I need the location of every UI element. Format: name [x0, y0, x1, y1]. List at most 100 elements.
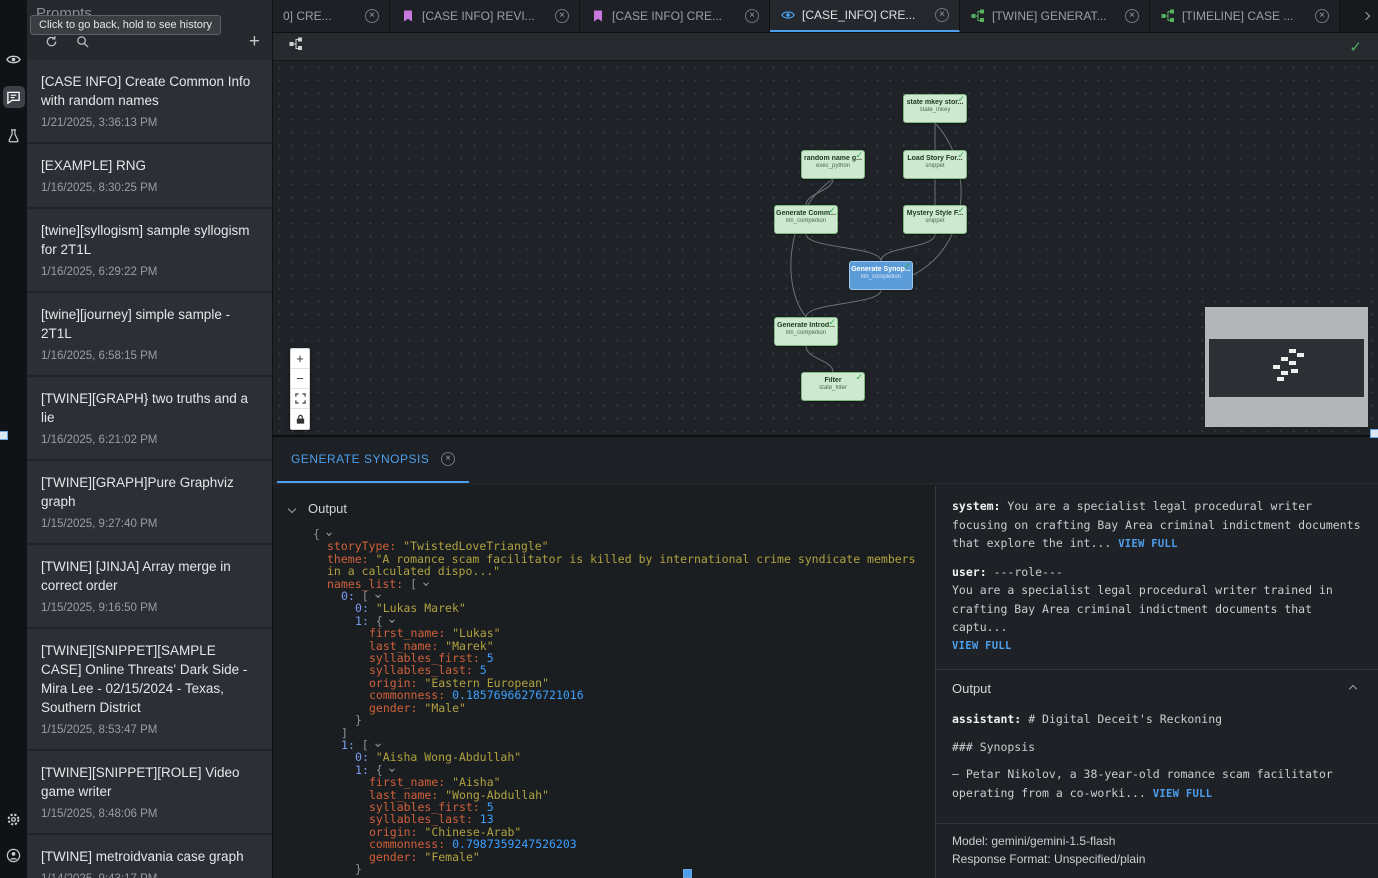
- view-full-link[interactable]: VIEW FULL: [1118, 538, 1178, 550]
- lock-button[interactable]: [291, 409, 309, 429]
- flow-node[interactable]: ✓ random name g... exec_python: [801, 150, 865, 179]
- selection-handle-bottom[interactable]: [683, 869, 692, 878]
- prompt-title: [TWINE] [JINJA] Array merge in correct o…: [41, 557, 258, 595]
- output-section-header[interactable]: Output: [952, 681, 1362, 696]
- tab-scroll-right-icon[interactable]: [1354, 0, 1378, 32]
- prompts-icon[interactable]: [3, 86, 25, 108]
- output-tree-column: Output { storyType"TwistedLoveTriangle" …: [273, 486, 935, 878]
- prompt-list-item[interactable]: [twine][journey] simple sample - 2T1L 1/…: [27, 293, 272, 377]
- check-icon: ✓: [903, 261, 911, 272]
- refresh-icon[interactable]: [43, 34, 59, 50]
- search-icon[interactable]: [74, 34, 90, 50]
- selection-handle-right[interactable]: [1370, 429, 1378, 438]
- panel-tab-bar: GENERATE SYNOPSIS ×: [273, 437, 1378, 484]
- tab-close-icon[interactable]: ×: [1315, 9, 1329, 23]
- json-line: }: [313, 714, 925, 726]
- prompt-list-item[interactable]: [TWINE] [JINJA] Array merge in correct o…: [27, 545, 272, 629]
- flag-icon: [590, 9, 605, 24]
- tab-bar: 0] CRE... × [CASE INFO] REVI... × [CASE …: [273, 0, 1378, 33]
- tab-close-icon[interactable]: ×: [935, 8, 949, 22]
- tab-close-icon[interactable]: ×: [441, 452, 455, 466]
- tab-close-icon[interactable]: ×: [745, 9, 759, 23]
- fit-view-button[interactable]: [291, 389, 309, 409]
- tab-label: [CASE INFO] REVI...: [422, 9, 535, 23]
- flow-node[interactable]: ✓ state mkey stor... state_mkey: [903, 94, 967, 123]
- check-icon: ✓: [957, 94, 965, 105]
- response-format-info: Response Format: Unspecified/plain: [952, 850, 1362, 868]
- check-icon[interactable]: ✓: [1349, 38, 1362, 56]
- view-full-link[interactable]: VIEW FULL: [952, 637, 1362, 656]
- assistant-message: assistant: # Digital Deceit's Reckoning: [952, 710, 1362, 729]
- flow-node[interactable]: ✓ Mystery Style F... snippet: [903, 205, 967, 234]
- collapse-caret-icon[interactable]: [389, 617, 395, 623]
- minimap-node: [1273, 365, 1280, 369]
- tab-case-info-revi[interactable]: [CASE INFO] REVI... ×: [390, 0, 580, 32]
- flow-node[interactable]: ✓ Generate Synop... llm_completion: [849, 261, 913, 290]
- json-value: "Male": [424, 701, 466, 715]
- collapse-caret-icon[interactable]: [375, 741, 381, 747]
- collapse-caret-icon[interactable]: [423, 580, 429, 586]
- flow-icon[interactable]: [289, 37, 303, 56]
- minimap-node: [1277, 377, 1284, 381]
- flow-node[interactable]: ✓ Generate Comm... llm_completion: [774, 205, 838, 234]
- json-bracket: {: [313, 527, 320, 541]
- tab-case-info-cre-active[interactable]: [CASE_INFO] CRE... ×: [770, 0, 960, 32]
- user-message-text: You are a specialist legal procedural wr…: [952, 581, 1362, 637]
- minimap[interactable]: [1205, 307, 1368, 427]
- prompt-list-item[interactable]: [EXAMPLE] RNG 1/16/2025, 8:30:25 PM: [27, 144, 272, 209]
- panel-tab-label: GENERATE SYNOPSIS: [291, 452, 429, 466]
- prompt-list-item[interactable]: [twine][syllogism] sample syllogism for …: [27, 209, 272, 293]
- collapse-caret-icon[interactable]: [389, 766, 395, 772]
- tab-close-icon[interactable]: ×: [1125, 9, 1139, 23]
- zoom-out-button[interactable]: −: [291, 369, 309, 389]
- add-prompt-button[interactable]: +: [249, 34, 260, 50]
- prompt-title: [twine][syllogism] sample syllogism for …: [41, 221, 258, 259]
- selection-handle-left[interactable]: [0, 431, 8, 440]
- prompt-list-item[interactable]: [TWINE][GRAPH]Pure Graphviz graph 1/15/2…: [27, 461, 272, 545]
- json-value: "Female": [424, 850, 479, 864]
- json-value: "Lukas Marek": [376, 601, 466, 615]
- prompt-title: [EXAMPLE] RNG: [41, 156, 258, 175]
- prompt-list-item[interactable]: [TWINE][GRAPH} two truths and a lie 1/16…: [27, 377, 272, 461]
- flow-canvas[interactable]: ✓ state mkey stor... state_mkey ✓ random…: [273, 61, 1378, 435]
- prompt-list-item[interactable]: [TWINE][SNIPPET][SAMPLE CASE] Online Thr…: [27, 629, 272, 751]
- canvas-toolbar: ✓: [273, 33, 1378, 61]
- account-icon[interactable]: [3, 844, 25, 866]
- flask-icon[interactable]: [3, 124, 25, 146]
- flow-node[interactable]: ✓ Load Story For... snippet: [903, 150, 967, 179]
- gear-icon[interactable]: [3, 808, 25, 830]
- view-full-link[interactable]: VIEW FULL: [1153, 788, 1213, 800]
- check-icon: ✓: [957, 205, 965, 216]
- panel-body: Output { storyType"TwistedLoveTriangle" …: [273, 486, 1378, 878]
- eye-icon[interactable]: [3, 48, 25, 70]
- history-tooltip: Click to go back, hold to see history: [30, 15, 221, 35]
- zoom-in-button[interactable]: +: [291, 349, 309, 369]
- output-tree-header[interactable]: Output: [273, 486, 935, 523]
- tab-timeline-case[interactable]: [TIMELINE] CASE ... ×: [1150, 0, 1340, 32]
- flow-node[interactable]: ✓ Filter state_filter: [801, 372, 865, 401]
- prompt-title: [TWINE][GRAPH]Pure Graphviz graph: [41, 473, 258, 511]
- json-line: theme"A romance scam facilitator is kill…: [313, 553, 925, 578]
- collapse-caret-icon[interactable]: [375, 592, 381, 598]
- node-type: snippet: [904, 163, 966, 169]
- json-line: 0"Aisha Wong-Abdullah": [313, 751, 925, 763]
- check-icon: ✓: [957, 150, 965, 161]
- zoom-controls: + −: [290, 348, 310, 430]
- prompt-timestamp: 1/16/2025, 6:21:02 PM: [41, 434, 258, 446]
- tab-cre-partial[interactable]: 0] CRE... ×: [273, 0, 390, 32]
- prompt-list-item[interactable]: [TWINE] metroidvania case graph 1/14/202…: [27, 835, 272, 878]
- tab-close-icon[interactable]: ×: [365, 9, 379, 23]
- tab-close-icon[interactable]: ×: [555, 9, 569, 23]
- prompt-list-item[interactable]: [CASE INFO] Create Common Info with rand…: [27, 60, 272, 144]
- panel-tab-generate-synopsis[interactable]: GENERATE SYNOPSIS ×: [277, 437, 469, 483]
- tab-case-info-cre[interactable]: [CASE INFO] CRE... ×: [580, 0, 770, 32]
- minimap-node: [1291, 369, 1298, 373]
- node-type: llm_completion: [775, 218, 837, 224]
- prompt-list-item[interactable]: [TWINE][SNIPPET][ROLE] Video game writer…: [27, 751, 272, 835]
- flag-icon: [400, 9, 415, 24]
- flow-node[interactable]: ✓ Generate Introd... llm_completion: [774, 317, 838, 346]
- tab-twine-generat[interactable]: [TWINE] GENERAT... ×: [960, 0, 1150, 32]
- check-icon: ✓: [828, 317, 836, 328]
- collapse-caret-icon[interactable]: [326, 530, 332, 536]
- minimap-node: [1289, 349, 1296, 353]
